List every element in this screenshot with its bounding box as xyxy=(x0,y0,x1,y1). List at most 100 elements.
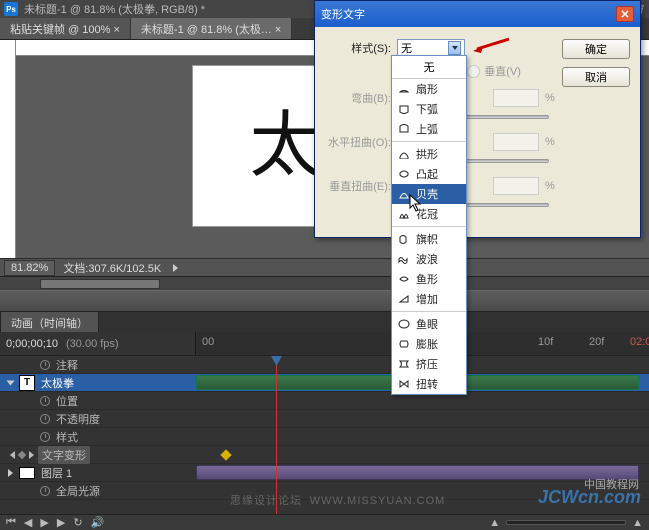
document-tab-1[interactable]: 粘贴关键帧 @ 100% × xyxy=(0,18,131,39)
dd-item-label: 鱼形 xyxy=(416,271,438,287)
dd-item-label: 扭转 xyxy=(416,376,438,392)
orient-vertical-radio[interactable]: 垂直(V) xyxy=(467,63,521,79)
dd-item-6[interactable]: 花冠 xyxy=(392,204,466,224)
glyph-1: 太 xyxy=(249,110,321,182)
dd-item-1[interactable]: 下弧 xyxy=(392,99,466,119)
bend-input[interactable] xyxy=(493,89,539,107)
dd-item-7[interactable]: 旗帜 xyxy=(392,229,466,249)
app-title: 未标题-1 @ 81.8% (太极拳, RGB/8) * xyxy=(24,1,205,17)
warp-shape-icon xyxy=(398,294,410,304)
dd-item-label: 上弧 xyxy=(416,121,438,137)
dd-item-label: 鱼眼 xyxy=(416,316,438,332)
animation-panel-tab[interactable]: 动画（时间轴） xyxy=(0,311,99,334)
fps-label: (30.00 fps) xyxy=(66,338,119,350)
hdist-label: 水平扭曲(O): xyxy=(325,134,391,150)
vdist-label: 垂直扭曲(E): xyxy=(325,178,391,194)
dd-item-label: 挤压 xyxy=(416,356,438,372)
doc-info-menu-icon[interactable] xyxy=(173,264,178,272)
warp-shape-icon xyxy=(398,104,410,114)
track-opacity[interactable]: 不透明度 xyxy=(0,411,196,427)
track-comments[interactable]: 注释 xyxy=(0,357,196,373)
warp-shape-icon xyxy=(398,84,410,94)
current-timecode[interactable]: 0;00;00;10 xyxy=(6,338,58,350)
keyframe-marker-icon[interactable] xyxy=(18,450,26,458)
zoom-value[interactable]: 81.82% xyxy=(4,260,55,276)
dd-item-5[interactable]: 贝壳 xyxy=(392,184,466,204)
ok-button[interactable]: 确定 xyxy=(562,39,630,59)
dd-item-4[interactable]: 凸起 xyxy=(392,164,466,184)
zoom-in-button[interactable]: ▲ xyxy=(630,517,645,529)
track-style[interactable]: 样式 xyxy=(0,429,196,445)
stopwatch-icon[interactable] xyxy=(40,360,50,370)
dd-item-8[interactable]: 波浪 xyxy=(392,249,466,269)
dd-item-10[interactable]: 增加 xyxy=(392,289,466,309)
dd-item-none[interactable]: 无 xyxy=(392,56,466,79)
dd-item-2[interactable]: 上弧 xyxy=(392,119,466,139)
dd-item-12[interactable]: 膨胀 xyxy=(392,334,466,354)
prev-keyframe-icon[interactable] xyxy=(10,451,15,459)
warp-shape-icon xyxy=(398,359,410,369)
watermark-text: 思缘设计论坛 WWW.MISSYUAN.COM xyxy=(230,492,445,508)
stopwatch-icon[interactable] xyxy=(40,432,50,442)
stopwatch-icon[interactable] xyxy=(40,414,50,424)
timeline-header: 0;00;00;10 (30.00 fps) xyxy=(0,332,196,356)
cursor-icon xyxy=(409,194,423,212)
watermark-cn: 中国教程网 xyxy=(584,476,639,492)
vdist-input[interactable] xyxy=(493,177,539,195)
text-layer-badge: T xyxy=(19,375,35,391)
doc-size: 文档:307.6K/102.5K xyxy=(63,260,161,276)
track-layer-1[interactable]: 图层 1 xyxy=(0,465,196,481)
dd-item-label: 膨胀 xyxy=(416,336,438,352)
document-tab-2[interactable]: 未标题-1 @ 81.8% (太极… × xyxy=(131,18,292,39)
dd-item-label: 旗帜 xyxy=(416,231,438,247)
style-label: 样式(S): xyxy=(325,40,391,56)
ruler-vertical[interactable] xyxy=(0,40,16,258)
prev-frame-button[interactable]: ◀ xyxy=(22,516,34,529)
dd-item-label: 扇形 xyxy=(416,81,438,97)
layer-thumb-icon xyxy=(19,467,35,479)
warp-shape-icon xyxy=(398,234,410,244)
play-button[interactable]: ▶ xyxy=(38,516,50,529)
style-dropdown-menu: 无 扇形下弧上弧拱形凸起贝壳花冠旗帜波浪鱼形增加鱼眼膨胀挤压扭转 xyxy=(391,55,467,395)
warp-text-dialog: 变形文字 ✕ 确定 取消 样式(S): 无 水平(H) 垂直(V) 弯曲(B):… xyxy=(314,0,641,238)
zoom-slider[interactable] xyxy=(506,520,626,525)
dd-item-14[interactable]: 扭转 xyxy=(392,374,466,394)
keyframe-diamond[interactable] xyxy=(220,449,231,460)
warp-shape-icon xyxy=(398,379,410,389)
dd-item-label: 增加 xyxy=(416,291,438,307)
next-keyframe-icon[interactable] xyxy=(29,451,34,459)
next-frame-button[interactable]: ▶ xyxy=(55,516,67,529)
warp-shape-icon xyxy=(398,339,410,349)
stopwatch-icon[interactable] xyxy=(40,486,50,496)
dialog-titlebar[interactable]: 变形文字 ✕ xyxy=(315,1,640,27)
track-global-light[interactable]: 全局光源 xyxy=(0,483,196,499)
zoom-out-button[interactable]: ▲ xyxy=(487,517,502,529)
cancel-button[interactable]: 取消 xyxy=(562,67,630,87)
hdist-input[interactable] xyxy=(493,133,539,151)
dd-item-3[interactable]: 拱形 xyxy=(392,144,466,164)
warp-shape-icon xyxy=(398,124,410,134)
dd-item-0[interactable]: 扇形 xyxy=(392,79,466,99)
dd-item-label: 拱形 xyxy=(416,146,438,162)
warp-shape-icon xyxy=(398,169,410,179)
h-scroll-thumb[interactable] xyxy=(40,279,160,289)
dd-item-9[interactable]: 鱼形 xyxy=(392,269,466,289)
loop-button[interactable]: ↻ xyxy=(71,516,84,529)
dialog-title: 变形文字 xyxy=(321,6,365,22)
stopwatch-icon[interactable] xyxy=(40,396,50,406)
dd-item-11[interactable]: 鱼眼 xyxy=(392,314,466,334)
audio-button[interactable]: 🔊 xyxy=(89,516,107,529)
close-button[interactable]: ✕ xyxy=(616,6,634,22)
track-text-layer[interactable]: T太极拳 xyxy=(0,375,196,391)
timeline-footer: ⏮ ◀ ▶ ▶ ↻ 🔊 ▲ ▲ xyxy=(0,514,649,530)
disclosure-triangle-icon[interactable] xyxy=(8,469,13,477)
clip-bar-layer[interactable] xyxy=(196,465,639,480)
warp-shape-icon xyxy=(398,274,410,284)
h-scrollbar[interactable] xyxy=(0,276,649,290)
dropdown-arrow-icon[interactable] xyxy=(448,41,461,55)
disclosure-triangle-icon[interactable] xyxy=(7,380,15,385)
dd-item-13[interactable]: 挤压 xyxy=(392,354,466,374)
rewind-button[interactable]: ⏮ xyxy=(4,516,18,529)
track-text-warp[interactable]: 文字变形 xyxy=(0,446,196,464)
track-position[interactable]: 位置 xyxy=(0,393,196,409)
